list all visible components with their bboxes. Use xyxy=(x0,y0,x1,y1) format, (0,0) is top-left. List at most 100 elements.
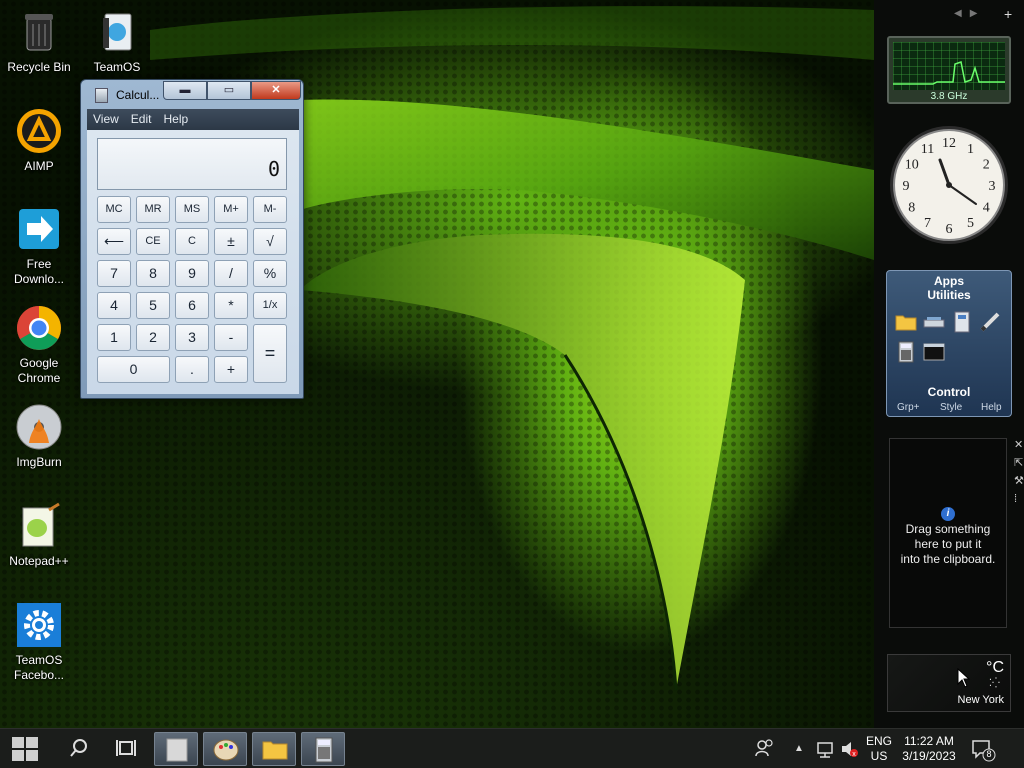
apps-control[interactable]: Control xyxy=(887,385,1011,399)
key-subtract[interactable]: - xyxy=(214,324,248,351)
minimize-button[interactable]: ▬ xyxy=(163,81,207,100)
key-multiply[interactable]: * xyxy=(214,292,248,319)
key-ce[interactable]: CE xyxy=(136,228,170,255)
key-4[interactable]: 4 xyxy=(97,292,131,319)
key-9[interactable]: 9 xyxy=(175,260,209,287)
calculator-icon xyxy=(315,737,333,763)
key-decimal[interactable]: . xyxy=(175,356,209,383)
key-m-minus[interactable]: M- xyxy=(253,196,287,223)
drag-handle-icon[interactable]: ⁞ xyxy=(1014,490,1024,508)
apps-group-add-button[interactable]: Grp+ xyxy=(897,402,920,413)
add-gadget-icon[interactable]: + xyxy=(1004,6,1012,22)
task-view-button[interactable] xyxy=(112,729,140,768)
key-add[interactable]: + xyxy=(214,356,248,383)
key-c[interactable]: C xyxy=(175,228,209,255)
close-button[interactable]: ✕ xyxy=(251,81,301,100)
desktop-icon-chrome[interactable]: Google Chrome xyxy=(3,304,75,386)
notepadpp-icon xyxy=(15,502,63,550)
desktop-icon-aimp[interactable]: AIMP xyxy=(3,107,75,174)
key-8[interactable]: 8 xyxy=(136,260,170,287)
system-clock[interactable]: 11:22 AM 3/19/2023 xyxy=(898,734,960,764)
key-5[interactable]: 5 xyxy=(136,292,170,319)
clipboard-gadget[interactable]: i Drag something here to put it into the… xyxy=(889,438,1007,628)
clock-numeral: 6 xyxy=(946,222,953,237)
menu-bar: View Edit Help xyxy=(87,109,299,130)
clock-numeral: 7 xyxy=(924,216,931,231)
start-button[interactable] xyxy=(8,729,44,768)
taskbar-app-explorer[interactable] xyxy=(252,732,296,766)
calculator-display: 0 xyxy=(97,138,287,190)
taskbar-app-calculator[interactable] xyxy=(301,732,345,766)
search-button[interactable] xyxy=(64,729,92,768)
desktop-icon-label: TeamOS xyxy=(93,60,141,74)
key-ms[interactable]: MS xyxy=(175,196,209,223)
clock-numeral: 8 xyxy=(908,201,915,216)
file-explorer-icon xyxy=(262,741,288,760)
desktop-icon-teamos-facebook[interactable]: TeamOS Facebo... xyxy=(3,601,75,683)
menu-view[interactable]: View xyxy=(87,109,125,126)
taskbar-app-paint[interactable] xyxy=(203,732,247,766)
calculator-icon[interactable] xyxy=(895,341,917,363)
cpu-meter-gadget[interactable]: 3.8 GHz xyxy=(887,36,1011,104)
key-2[interactable]: 2 xyxy=(136,324,170,351)
key-1[interactable]: 1 xyxy=(97,324,131,351)
wrench-icon[interactable]: ⚒ xyxy=(1014,472,1024,490)
clock-numeral: 5 xyxy=(967,216,974,231)
maximize-button[interactable]: ▭ xyxy=(207,81,251,100)
apps-help-button[interactable]: Help xyxy=(981,402,1002,413)
show-hidden-icons-chevron-icon[interactable]: ▲ xyxy=(794,729,806,768)
close-gadget-icon[interactable]: ✕ xyxy=(1014,436,1024,454)
language-code: ENG xyxy=(865,734,892,748)
desktop-icon-label: Google Chrome xyxy=(17,356,61,385)
key-3[interactable]: 3 xyxy=(175,324,209,351)
key-sqrt[interactable]: √ xyxy=(253,228,287,255)
notification-count: 8 xyxy=(986,749,992,759)
taskbar: ▲ x ENG US 11:22 AM 3/19/2023 8 xyxy=(0,728,1024,768)
desktop-icon-recycle-bin[interactable]: Recycle Bin xyxy=(3,8,75,75)
people-icon[interactable] xyxy=(754,729,774,768)
menu-help[interactable]: Help xyxy=(157,109,194,126)
desktop-icon-label: Recycle Bin xyxy=(7,60,71,74)
key-divide[interactable]: / xyxy=(214,260,248,287)
desktop-icon-teamos[interactable]: TeamOS xyxy=(81,8,153,75)
network-icon[interactable] xyxy=(816,729,834,768)
apps-group[interactable]: Utilities xyxy=(887,288,1011,302)
key-6[interactable]: 6 xyxy=(175,292,209,319)
desktop-icon-notepadpp[interactable]: Notepad++ xyxy=(3,502,75,569)
input-language[interactable]: ENG US xyxy=(862,734,896,764)
resize-gadget-icon[interactable]: ⇱ xyxy=(1014,454,1024,472)
key-backspace[interactable]: ⟵ xyxy=(97,228,131,255)
desktop-icon-free-download-manager[interactable]: Free Downlo... xyxy=(3,205,75,287)
weather-gadget[interactable]: °C ⁚⁛ New York xyxy=(887,654,1011,712)
key-0[interactable]: 0 xyxy=(97,356,170,383)
apps-style-button[interactable]: Style xyxy=(940,402,962,413)
key-m-plus[interactable]: M+ xyxy=(214,196,248,223)
key-mc[interactable]: MC xyxy=(97,196,131,223)
key-mr[interactable]: MR xyxy=(136,196,170,223)
sidebar-nav-arrows-icon[interactable]: ◀▶ xyxy=(954,8,985,19)
apps-title[interactable]: Apps xyxy=(887,274,1011,288)
scanner-icon[interactable] xyxy=(923,311,945,333)
terminal-icon[interactable] xyxy=(923,341,945,363)
desktop-icon-label: Notepad++ xyxy=(9,554,69,568)
taskbar-app-blank[interactable] xyxy=(154,732,198,766)
chrome-icon xyxy=(15,304,63,352)
clipboard-hint-line2: here to put it xyxy=(914,537,982,551)
key-equals[interactable]: = xyxy=(253,324,287,383)
key-percent[interactable]: % xyxy=(253,260,287,287)
key-plus-minus[interactable]: ± xyxy=(214,228,248,255)
pen-icon[interactable] xyxy=(979,311,1001,333)
folder-icon[interactable] xyxy=(895,311,917,333)
clock-gadget[interactable]: 12 12 3 45678 9 1011 xyxy=(888,124,1010,246)
desktop-icon-imgburn[interactable]: ImgBurn xyxy=(3,403,75,470)
menu-edit[interactable]: Edit xyxy=(125,109,158,126)
system-tower-icon[interactable] xyxy=(951,311,973,333)
calculator-window[interactable]: Calcul... ▬ ▭ ✕ View Edit Help 0 MC MR MS … xyxy=(80,79,304,399)
volume-muted-icon[interactable]: x xyxy=(840,729,860,768)
action-center-button[interactable]: 8 xyxy=(970,729,996,768)
region-code: US xyxy=(870,749,888,763)
key-7[interactable]: 7 xyxy=(97,260,131,287)
calculator-title-bar[interactable]: Calcul... ▬ ▭ ✕ xyxy=(81,80,303,108)
key-reciprocal[interactable]: 1/x xyxy=(253,292,287,319)
clock-date: 3/19/2023 xyxy=(902,749,956,763)
